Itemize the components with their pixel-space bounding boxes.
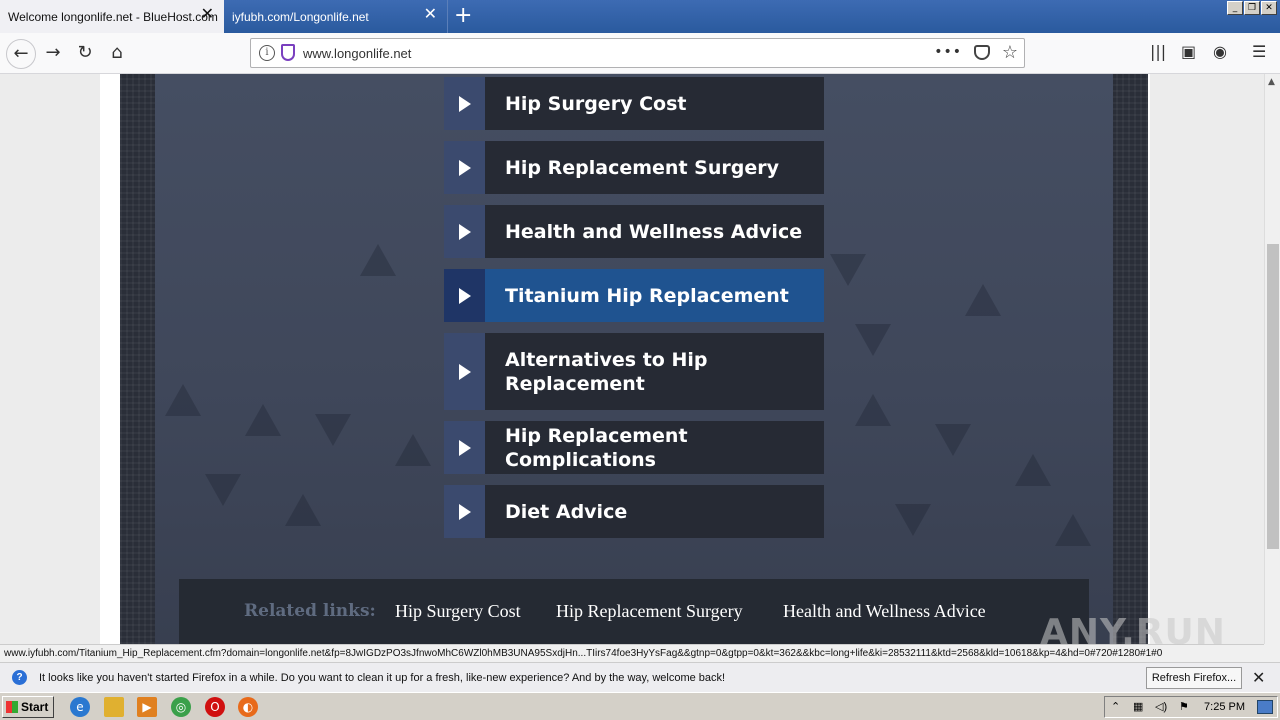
tracking-shield-icon[interactable] bbox=[281, 44, 295, 61]
scroll-down-icon[interactable] bbox=[1264, 644, 1280, 662]
menu-item-label: Health and Wellness Advice bbox=[485, 205, 824, 258]
menu-icon[interactable]: ☰ bbox=[1252, 42, 1266, 61]
scrollbar-thumb[interactable] bbox=[1267, 244, 1279, 549]
close-window-icon[interactable]: ✕ bbox=[1261, 1, 1277, 15]
windows-logo-icon bbox=[6, 701, 18, 713]
menu-item-label: Diet Advice bbox=[485, 485, 824, 538]
tab-bluehost[interactable]: Welcome longonlife.net - BlueHost.com ✕ bbox=[0, 0, 224, 33]
decor-triangle bbox=[855, 394, 891, 426]
bookmark-star-icon[interactable]: ☆ bbox=[1002, 42, 1018, 63]
play-arrow-icon bbox=[444, 333, 485, 410]
decor-triangle bbox=[165, 384, 201, 416]
firefox-icon[interactable]: ◐ bbox=[238, 697, 258, 717]
address-bar[interactable]: i www.longonlife.net ••• ☆ bbox=[250, 38, 1025, 68]
decor-triangle bbox=[245, 404, 281, 436]
watermark-logo: ANY.RUN bbox=[1040, 612, 1226, 653]
decor-triangle bbox=[965, 284, 1001, 316]
sidebar-icon[interactable]: ▣ bbox=[1181, 42, 1196, 61]
ie-icon[interactable]: e bbox=[70, 697, 90, 717]
decor-triangle bbox=[360, 244, 396, 276]
page-actions-icon[interactable]: ••• bbox=[934, 44, 962, 60]
tab-strip: Welcome longonlife.net - BlueHost.com ✕ … bbox=[0, 0, 1280, 33]
tab-title: Welcome longonlife.net - BlueHost.com bbox=[8, 10, 218, 24]
decor-triangle bbox=[395, 434, 431, 466]
play-arrow-icon bbox=[444, 77, 485, 130]
menu-item-label: Titanium Hip Replacement bbox=[485, 269, 824, 322]
account-icon[interactable]: ◉ bbox=[1213, 42, 1227, 61]
reload-icon[interactable]: ↻ bbox=[72, 40, 98, 66]
related-links-bar: Related links: Hip Surgery Cost Hip Repl… bbox=[179, 579, 1089, 644]
close-notification-icon[interactable]: ✕ bbox=[1252, 668, 1265, 688]
chrome-icon[interactable]: ◎ bbox=[171, 697, 191, 717]
decor-triangle bbox=[895, 504, 931, 536]
opera-icon[interactable]: O bbox=[205, 697, 225, 717]
decor-triangle bbox=[285, 494, 321, 526]
menu-item-hip-replacement-complications[interactable]: Hip Replacement Complications bbox=[444, 421, 824, 474]
close-tab-icon[interactable]: ✕ bbox=[424, 7, 437, 23]
play-arrow-icon bbox=[444, 141, 485, 194]
menu-item-label: Hip Surgery Cost bbox=[485, 77, 824, 130]
url-text[interactable]: www.longonlife.net bbox=[303, 46, 411, 61]
flag-icon[interactable]: ⚑ bbox=[1179, 700, 1189, 713]
related-link-hip-surgery-cost[interactable]: Hip Surgery Cost bbox=[395, 601, 521, 622]
network-icon[interactable]: ▦ bbox=[1133, 700, 1143, 713]
media-player-icon[interactable]: ▶ bbox=[137, 697, 157, 717]
system-tray: ⌃ ▦ ◁) ⚑ 7:25 PM bbox=[1104, 696, 1278, 718]
new-tab-icon[interactable]: + bbox=[454, 5, 472, 27]
folder-icon[interactable] bbox=[104, 697, 124, 717]
decor-triangle bbox=[830, 254, 866, 286]
menu-item-titanium-hip-replacement[interactable]: Titanium Hip Replacement bbox=[444, 269, 824, 322]
decor-triangle bbox=[855, 324, 891, 356]
notification-message: It looks like you haven't started Firefo… bbox=[39, 672, 726, 684]
tab-iyfubh[interactable]: iyfubh.com/Longonlife.net ✕ bbox=[224, 0, 448, 33]
info-icon[interactable]: i bbox=[259, 45, 275, 61]
close-tab-icon[interactable]: ✕ bbox=[201, 7, 214, 23]
clock: 7:25 PM bbox=[1204, 701, 1245, 713]
related-links-label: Related links: bbox=[244, 601, 376, 621]
start-button[interactable]: Start bbox=[2, 696, 54, 718]
minimize-icon[interactable]: _ bbox=[1227, 1, 1243, 15]
play-arrow-icon bbox=[444, 205, 485, 258]
vertical-scrollbar[interactable]: ▲ bbox=[1264, 74, 1280, 644]
home-icon[interactable]: ⌂ bbox=[104, 40, 130, 66]
related-link-health-wellness-advice[interactable]: Health and Wellness Advice bbox=[783, 601, 986, 622]
decor-triangle bbox=[315, 414, 351, 446]
show-desktop-icon[interactable] bbox=[1257, 700, 1273, 714]
decor-triangle bbox=[935, 424, 971, 456]
related-link-hip-replacement-surgery[interactable]: Hip Replacement Surgery bbox=[556, 601, 743, 622]
menu-item-hip-surgery-cost[interactable]: Hip Surgery Cost bbox=[444, 77, 824, 130]
volume-icon[interactable]: ◁) bbox=[1155, 700, 1167, 713]
back-icon[interactable]: ← bbox=[6, 39, 36, 69]
decor-triangle bbox=[205, 474, 241, 506]
start-label: Start bbox=[21, 700, 49, 714]
forward-icon[interactable]: → bbox=[40, 40, 66, 66]
restore-icon[interactable]: ❐ bbox=[1244, 1, 1260, 15]
tab-title: iyfubh.com/Longonlife.net bbox=[232, 10, 369, 24]
menu-item-alternatives-hip-replacement[interactable]: Alternatives to Hip Replacement bbox=[444, 333, 824, 410]
play-arrow-icon bbox=[444, 269, 485, 322]
menu-item-label: Alternatives to Hip Replacement bbox=[485, 333, 824, 410]
notification-bar: ? It looks like you haven't started Fire… bbox=[0, 662, 1280, 692]
page-viewport: Hip Surgery Cost Hip Replacement Surgery… bbox=[0, 74, 1264, 644]
navigation-toolbar: ← → ↻ ⌂ i www.longonlife.net ••• ☆ ||| ▣… bbox=[0, 33, 1280, 74]
menu-item-label: Hip Replacement Surgery bbox=[485, 141, 824, 194]
taskbar: Start e ▶ ◎ O ◐ ⌃ ▦ ◁) ⚑ 7:25 PM bbox=[0, 692, 1280, 720]
decor-triangle bbox=[1055, 514, 1091, 546]
menu-item-diet-advice[interactable]: Diet Advice bbox=[444, 485, 824, 538]
pocket-icon[interactable] bbox=[974, 45, 990, 60]
decor-triangle bbox=[1015, 454, 1051, 486]
scroll-up-icon[interactable]: ▲ bbox=[1268, 77, 1275, 87]
menu-item-label: Hip Replacement Complications bbox=[485, 421, 824, 474]
refresh-firefox-button[interactable]: Refresh Firefox... bbox=[1146, 667, 1242, 689]
question-icon: ? bbox=[12, 670, 27, 685]
play-arrow-icon bbox=[444, 421, 485, 474]
menu-item-hip-replacement-surgery[interactable]: Hip Replacement Surgery bbox=[444, 141, 824, 194]
library-icon[interactable]: ||| bbox=[1150, 42, 1166, 61]
menu-item-health-wellness-advice[interactable]: Health and Wellness Advice bbox=[444, 205, 824, 258]
play-arrow-icon bbox=[444, 485, 485, 538]
tray-expand-icon[interactable]: ⌃ bbox=[1111, 700, 1120, 713]
